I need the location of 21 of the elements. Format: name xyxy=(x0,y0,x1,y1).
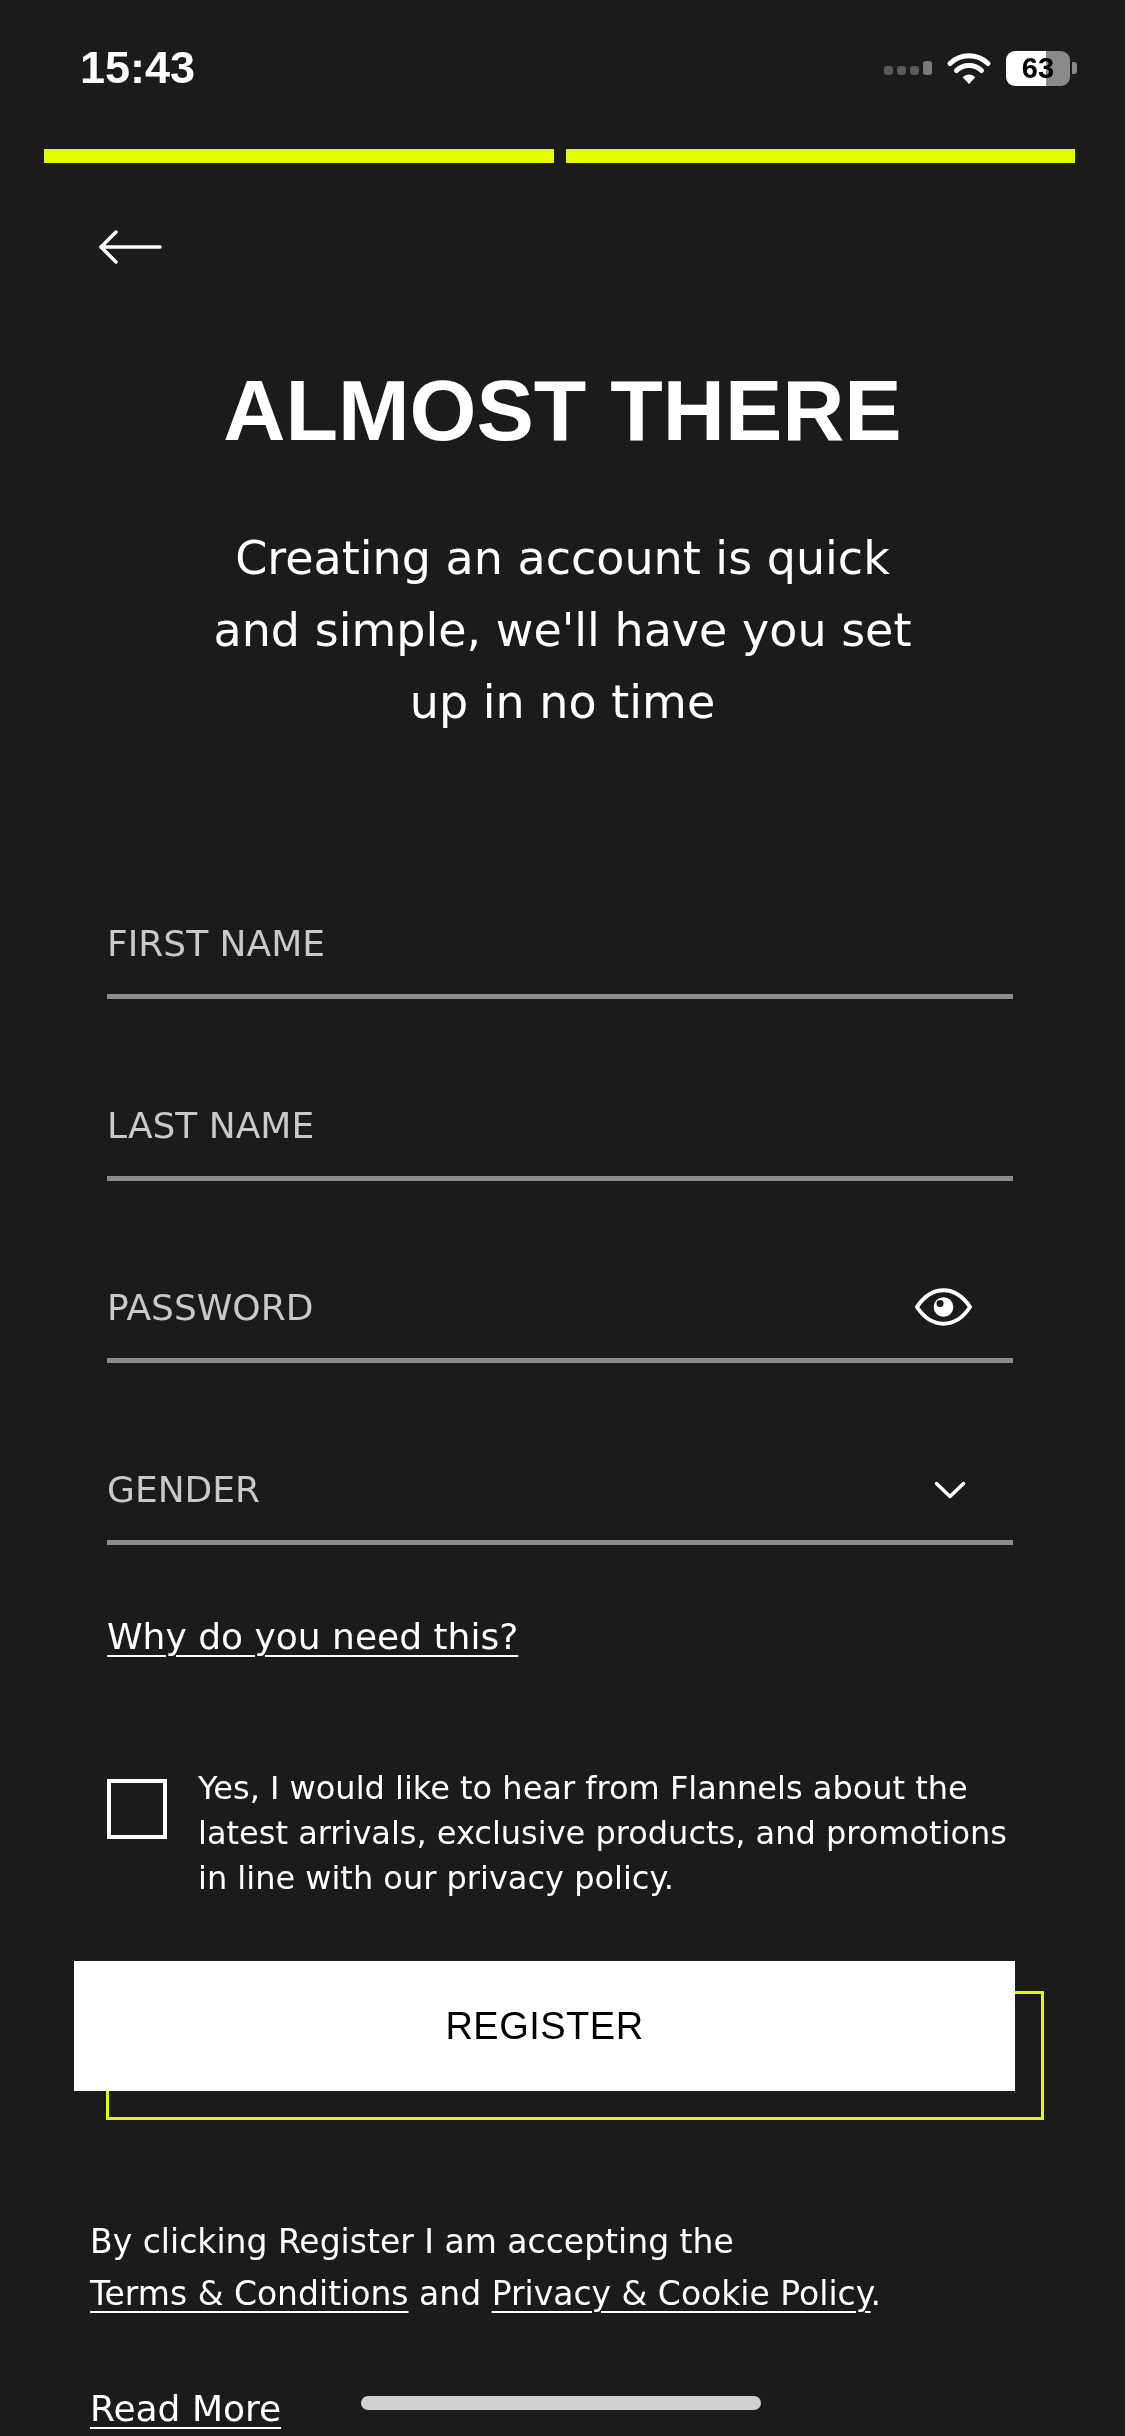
input-field[interactable]: FIRST NAME xyxy=(107,893,1013,999)
input-field[interactable]: LAST NAME xyxy=(107,1075,1013,1181)
legal-text: By clicking Register I am accepting the Terms & Conditions and Privacy & Cookie Policy. xyxy=(90,2221,883,2315)
subtitle-text: Creating an account is quick and simple, we'll have you set up in no time xyxy=(212,530,913,731)
legal-link[interactable]: Terms & Conditions xyxy=(90,2274,409,2313)
read-more-link[interactable]: Read More xyxy=(90,2387,282,2431)
legal-link[interactable]: Privacy & Cookie Policy xyxy=(491,2274,871,2313)
wifi-icon xyxy=(946,51,992,85)
dropdown-field[interactable]: GENDER xyxy=(107,1439,1013,1545)
page-title: ALMOST THERE xyxy=(223,367,902,453)
signal-icon xyxy=(884,61,932,75)
help-link[interactable]: Why do you need this? xyxy=(107,1615,519,1659)
register-button[interactable]: REGISTER xyxy=(74,1961,1015,2091)
battery-indicator: 63 xyxy=(1006,50,1077,86)
consent-text: Yes, I would like to hear from Flannels about the latest arrivals, exclusive products, and promotions in line with our privacy policy. xyxy=(198,1768,1008,1899)
password-field[interactable]: PASSWORD xyxy=(107,1257,1013,1363)
status-time: 15:43 xyxy=(80,42,196,94)
checkbox[interactable] xyxy=(107,1779,167,1839)
chevron-down-icon xyxy=(934,1480,966,1499)
eye-icon[interactable] xyxy=(914,1287,973,1327)
back-icon[interactable] xyxy=(98,229,162,265)
